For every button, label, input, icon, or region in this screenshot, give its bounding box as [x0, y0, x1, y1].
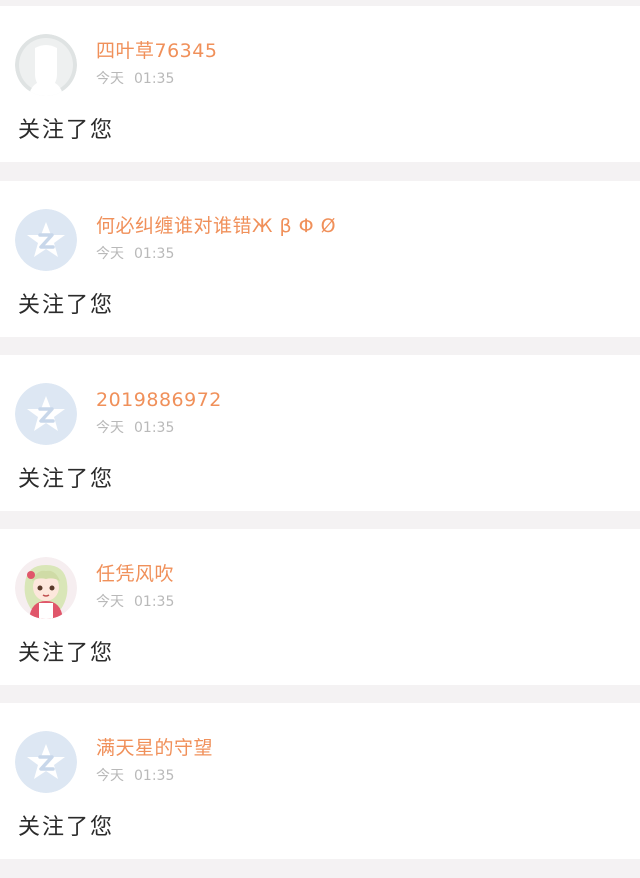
qq-logo-icon	[15, 209, 77, 271]
time-label: 01:35	[134, 71, 175, 87]
username[interactable]: 任凭风吹	[96, 562, 174, 586]
anime-character-icon	[15, 557, 77, 619]
time-label: 01:35	[134, 768, 175, 784]
date-label: 今天	[96, 768, 124, 784]
notification-message: 关注了您	[18, 118, 115, 143]
time-label: 01:35	[134, 246, 175, 262]
notification-item[interactable]: 2019886972 今天 01:35 关注了您	[0, 355, 640, 511]
notification-message: 关注了您	[18, 815, 115, 840]
username[interactable]: 2019886972	[96, 388, 222, 412]
date-label: 今天	[96, 71, 124, 87]
user-avatar[interactable]	[15, 557, 77, 619]
date-label: 今天	[96, 594, 124, 610]
time-label: 01:35	[134, 420, 175, 436]
notification-message: 关注了您	[18, 641, 115, 666]
notification-item[interactable]: 任凭风吹 今天 01:35 关注了您	[0, 529, 640, 685]
qq-logo-icon	[15, 383, 77, 445]
notification-item[interactable]: 满天星的守望 今天 01:35 关注了您	[0, 703, 640, 859]
username[interactable]: 四叶草76345	[96, 39, 217, 63]
timestamp: 今天 01:35	[96, 767, 174, 785]
date-label: 今天	[96, 420, 124, 436]
user-avatar[interactable]	[15, 34, 77, 96]
username[interactable]: 何必纠缠谁对谁错Ж β Φ Ø	[96, 214, 336, 238]
notification-item[interactable]: 四叶草76345 今天 01:35 关注了您	[0, 6, 640, 162]
user-avatar[interactable]	[15, 383, 77, 445]
notification-message: 关注了您	[18, 467, 115, 492]
notification-item[interactable]: 何必纠缠谁对谁错Ж β Φ Ø 今天 01:35 关注了您	[0, 181, 640, 337]
qq-logo-icon	[15, 731, 77, 793]
timestamp: 今天 01:35	[96, 593, 174, 611]
notification-feed: 四叶草76345 今天 01:35 关注了您 何必纠缠谁对谁错Ж β Φ Ø 今天…	[0, 0, 640, 878]
user-avatar[interactable]	[15, 731, 77, 793]
timestamp: 今天 01:35	[96, 70, 174, 88]
user-avatar[interactable]	[15, 209, 77, 271]
date-label: 今天	[96, 246, 124, 262]
timestamp: 今天 01:35	[96, 245, 174, 263]
person-silhouette-icon	[15, 34, 77, 96]
username[interactable]: 满天星的守望	[96, 736, 213, 760]
time-label: 01:35	[134, 594, 175, 610]
timestamp: 今天 01:35	[96, 419, 174, 437]
notification-message: 关注了您	[18, 293, 115, 318]
